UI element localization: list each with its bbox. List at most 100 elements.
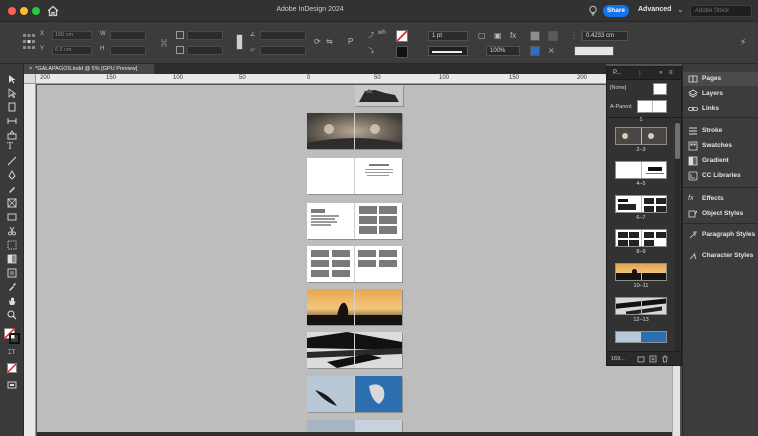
pasteboard[interactable]: [37, 85, 672, 436]
style-swatch-field[interactable]: [574, 46, 614, 56]
dock-item-object-styles[interactable]: Object Styles: [683, 207, 758, 221]
page-thumb-14-15[interactable]: [615, 331, 667, 343]
type-tool-icon[interactable]: T: [7, 142, 17, 152]
fit-content-icon[interactable]: ▣: [494, 31, 502, 40]
tab-pages[interactable]: P...: [613, 70, 621, 76]
spread-page-1[interactable]: [355, 85, 403, 106]
free-transform-tool-icon[interactable]: [7, 240, 17, 250]
zoom-tool-icon[interactable]: [7, 310, 17, 320]
page-thumb-6-7[interactable]: [615, 195, 667, 213]
dock-item-links[interactable]: Links: [683, 102, 758, 116]
delete-page-icon[interactable]: [661, 355, 669, 363]
hand-tool-icon[interactable]: [7, 296, 17, 306]
spread-2-3[interactable]: [307, 113, 402, 149]
dock-item-swatches[interactable]: Swatches: [683, 139, 758, 153]
pencil-tool-icon[interactable]: [7, 184, 17, 194]
x-position-field[interactable]: 165 cm: [52, 31, 92, 40]
content-collector-icon[interactable]: [7, 130, 17, 140]
scissors-tool-icon[interactable]: [7, 226, 17, 236]
text-wrap-icon[interactable]: wh: [378, 30, 386, 36]
pages-panel-scroll-thumb[interactable]: [675, 123, 680, 159]
y-position-field[interactable]: 6.5 cm: [52, 46, 92, 55]
gap-tool-icon[interactable]: [7, 116, 17, 126]
selection-tool-icon[interactable]: [7, 74, 17, 84]
horizontal-ruler[interactable]: 200 150 100 50 0 50 100 150 200: [36, 74, 672, 84]
arrange-icon[interactable]: ⨯: [548, 46, 555, 55]
opacity-field[interactable]: 100%: [486, 46, 520, 56]
lightning-icon[interactable]: ⚡: [740, 37, 746, 48]
master-a-label[interactable]: A-Parent: [610, 104, 632, 110]
page-thumb-2-3[interactable]: [615, 127, 667, 145]
corner-options-icon[interactable]: [530, 31, 540, 41]
pen-tool-icon[interactable]: [7, 170, 17, 180]
master-a-thumb[interactable]: [637, 100, 667, 113]
scale-y-field[interactable]: [187, 46, 223, 55]
spread-8-9[interactable]: [307, 246, 402, 282]
page-thumb-12-13[interactable]: [615, 297, 667, 315]
chevron-down-icon[interactable]: ⌄: [677, 5, 684, 14]
pages-panel-scrollbar[interactable]: [675, 121, 680, 351]
spread-12-13[interactable]: [307, 332, 402, 368]
width-field[interactable]: [110, 31, 146, 40]
fill-frame-icon[interactable]: [236, 34, 243, 50]
gutter-width-field[interactable]: 0.4233 cm: [582, 31, 628, 41]
flip-icon[interactable]: ⇋: [326, 37, 333, 46]
ruler-origin[interactable]: [24, 74, 36, 84]
formatting-affects-icon[interactable]: ⌶T: [8, 350, 18, 360]
height-field[interactable]: [110, 46, 146, 55]
dock-item-character-styles[interactable]: Character Styles: [683, 249, 758, 263]
new-page-icon[interactable]: [649, 355, 657, 363]
gradient-swatch-tool-icon[interactable]: [7, 254, 17, 264]
tab-layers[interactable]: ⋮: [637, 70, 643, 77]
panel-collapse-icon[interactable]: »: [659, 70, 662, 76]
dock-item-layers[interactable]: Layers: [683, 87, 758, 101]
stroke-swatch[interactable]: [396, 46, 408, 58]
dock-item-paragraph-styles[interactable]: Paragraph Styles: [683, 228, 758, 242]
workspace-switcher[interactable]: Advanced: [638, 6, 671, 13]
vertical-ruler[interactable]: [24, 84, 36, 436]
apply-none-icon[interactable]: [7, 363, 17, 373]
rectangle-tool-icon[interactable]: [7, 212, 17, 222]
distribute-icon[interactable]: [530, 46, 540, 56]
dock-item-cc-libraries[interactable]: CC Libraries: [683, 169, 758, 183]
select-next-icon[interactable]: ⤵: [368, 46, 374, 55]
shear-field[interactable]: [260, 46, 306, 55]
align-icon[interactable]: [548, 31, 558, 41]
dock-item-stroke[interactable]: Stroke: [683, 124, 758, 138]
eyedropper-tool-icon[interactable]: [7, 282, 17, 292]
stroke-weight-field[interactable]: 1 pt: [428, 31, 468, 41]
note-tool-icon[interactable]: [7, 268, 17, 278]
dock-item-gradient[interactable]: Gradient: [683, 154, 758, 168]
select-previous-icon[interactable]: ⤴: [368, 30, 374, 39]
line-tool-icon[interactable]: [7, 156, 17, 166]
page-thumb-8-9[interactable]: [615, 229, 667, 247]
dock-item-effects[interactable]: fx Effects: [683, 192, 758, 206]
panel-menu-icon[interactable]: ≡: [669, 70, 673, 76]
direct-selection-tool-icon[interactable]: [7, 88, 17, 98]
rotate-cw-icon[interactable]: ⟳: [314, 37, 321, 46]
lightbulb-icon[interactable]: [588, 5, 598, 17]
fill-stroke-proxy[interactable]: [4, 328, 20, 344]
frame-fitting-icon[interactable]: ▢: [478, 31, 486, 40]
stroke-type-select[interactable]: [428, 46, 468, 56]
constrain-proportions-icon[interactable]: [160, 38, 168, 48]
spread-14-15[interactable]: [307, 376, 402, 412]
screen-mode-icon[interactable]: [7, 380, 17, 390]
fx-icon[interactable]: fx: [510, 31, 516, 40]
edit-page-size-icon[interactable]: [637, 355, 645, 363]
close-tab-icon[interactable]: ×: [29, 66, 32, 72]
spread-6-7[interactable]: [307, 203, 402, 239]
page-tool-icon[interactable]: [7, 102, 17, 112]
page-thumb-10-11[interactable]: [615, 263, 667, 281]
rotation-field[interactable]: [260, 31, 306, 40]
rectangle-frame-tool-icon[interactable]: [7, 198, 17, 208]
document-tab[interactable]: × *GALAPAGOS.indd @ 5% [GPU Preview]: [24, 64, 154, 74]
dock-item-pages[interactable]: Pages: [683, 72, 758, 86]
stock-search-input[interactable]: Adobe Stock: [690, 5, 752, 17]
scale-x-field[interactable]: [187, 31, 223, 40]
share-button[interactable]: Share: [603, 5, 629, 17]
master-none-label[interactable]: [None]: [610, 85, 626, 91]
spread-10-11[interactable]: [307, 289, 402, 325]
select-container-icon[interactable]: P: [348, 37, 353, 46]
master-none-thumb[interactable]: [653, 83, 667, 95]
